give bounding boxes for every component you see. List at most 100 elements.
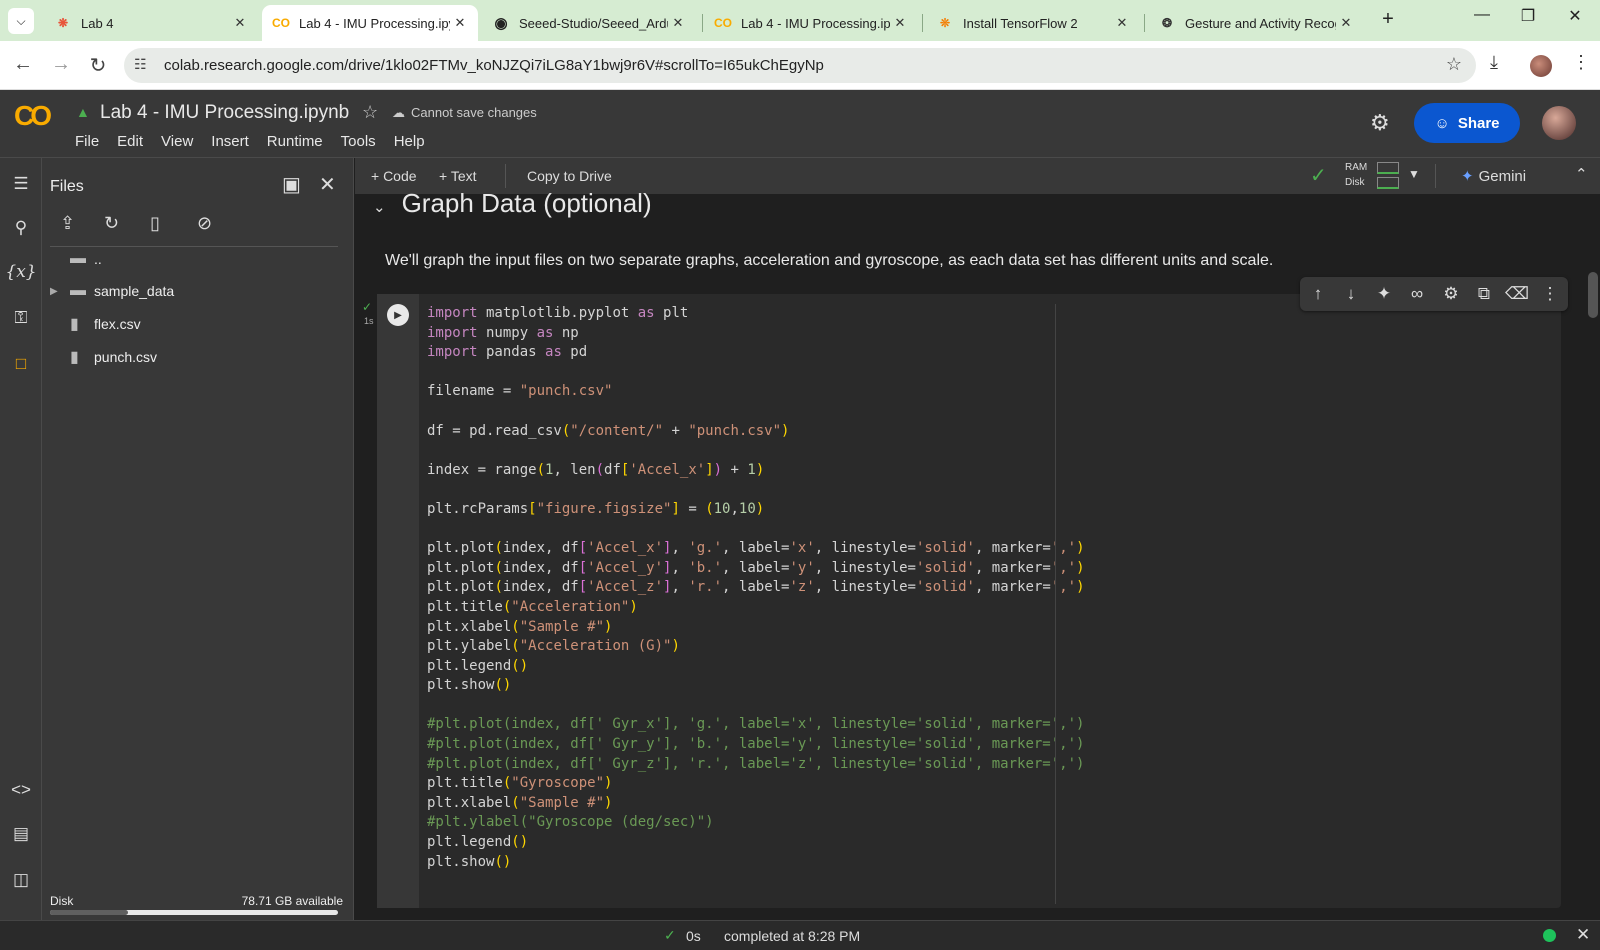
reload-icon[interactable]: ↻ bbox=[85, 53, 111, 78]
mount-drive-icon[interactable]: ▯ bbox=[150, 213, 160, 234]
close-tab-icon[interactable]: ✕ bbox=[230, 15, 250, 31]
status-seconds: 0s bbox=[686, 928, 701, 944]
table-of-contents-icon[interactable]: ☰ bbox=[0, 174, 42, 194]
browser-menu-icon[interactable]: ⋮ bbox=[1572, 52, 1590, 73]
collapse-section-chevron-icon[interactable]: ⌄ bbox=[373, 199, 386, 216]
delete-cell-trash-icon[interactable]: ⌫ bbox=[1505, 284, 1529, 304]
status-close-icon[interactable]: ✕ bbox=[1576, 925, 1590, 945]
download-icon[interactable]: ⤓ bbox=[1490, 52, 1498, 73]
copy-to-drive-button[interactable]: Copy to Drive bbox=[527, 168, 612, 184]
browser-tab-2-active[interactable]: CO Lab 4 - IMU Processing.ipy ✕ bbox=[262, 5, 478, 41]
tab-separator bbox=[702, 14, 703, 32]
browser-tab-4[interactable]: CO Lab 4 - IMU Processing.ipy ✕ bbox=[704, 5, 918, 41]
close-tab-icon[interactable]: ✕ bbox=[1336, 15, 1356, 31]
disk-usage-fill bbox=[50, 910, 128, 915]
files-folder-icon[interactable]: □ bbox=[0, 354, 42, 374]
terminal-icon[interactable]: ◫ bbox=[0, 870, 42, 890]
back-arrow-icon[interactable]: ← bbox=[10, 53, 36, 76]
account-avatar[interactable] bbox=[1542, 106, 1576, 140]
close-tab-icon[interactable]: ✕ bbox=[668, 15, 688, 31]
secrets-key-icon[interactable]: ⚿ bbox=[0, 308, 42, 328]
window-close-icon[interactable]: ✕ bbox=[1560, 6, 1590, 26]
runtime-dropdown-icon[interactable]: ▼ bbox=[1408, 167, 1420, 181]
colab-logo[interactable]: CO bbox=[14, 100, 52, 132]
minimize-icon[interactable]: — bbox=[1467, 6, 1497, 24]
share-button[interactable]: ☺ Share bbox=[1414, 103, 1520, 143]
colab-icon: CO bbox=[272, 16, 290, 30]
mirror-cell-icon[interactable]: ⧉ bbox=[1472, 284, 1496, 304]
menu-edit[interactable]: Edit bbox=[117, 133, 143, 150]
link-icon[interactable]: ∞ bbox=[1405, 284, 1429, 304]
run-cell-button[interactable]: ▶ bbox=[387, 304, 409, 326]
menu-view[interactable]: View bbox=[161, 133, 193, 150]
cell-gutter: ▶ bbox=[377, 294, 419, 908]
folder-icon: ▬ bbox=[70, 282, 86, 299]
collapse-toolbar-icon[interactable]: ⌃ bbox=[1575, 165, 1588, 183]
menu-insert[interactable]: Insert bbox=[211, 133, 249, 150]
github-icon: ◉ bbox=[494, 15, 508, 32]
browser-tab-3[interactable]: ◉ Seeed-Studio/Seeed_Ardui ✕ bbox=[482, 5, 696, 41]
menu-runtime[interactable]: Runtime bbox=[267, 133, 323, 150]
menu-file[interactable]: File bbox=[75, 133, 99, 150]
profile-avatar[interactable] bbox=[1530, 55, 1552, 77]
more-actions-icon[interactable]: ⋮ bbox=[1538, 284, 1562, 304]
add-code-button[interactable]: + Code bbox=[371, 168, 417, 184]
cannot-save-indicator[interactable]: ☁ Cannot save changes bbox=[392, 105, 537, 121]
status-completed-text[interactable]: completed at 8:28 PM bbox=[724, 928, 860, 944]
cell-settings-gear-icon[interactable]: ⚙ bbox=[1439, 284, 1463, 304]
url-text[interactable]: colab.research.google.com/drive/1klo02FT… bbox=[164, 57, 824, 74]
close-tab-icon[interactable]: ✕ bbox=[890, 15, 910, 31]
ram-disk-indicator[interactable]: RAM Disk bbox=[1345, 160, 1399, 190]
tab-search-chevron-icon[interactable]: ⌵ bbox=[8, 8, 34, 34]
notebook-main: + Code + Text Copy to Drive ✓ RAM Disk ▼… bbox=[355, 158, 1600, 920]
command-palette-icon[interactable]: ▤ bbox=[0, 824, 42, 844]
folder-open-icon: ▬ bbox=[70, 250, 86, 267]
address-bar-row: ← → ↻ ☷ colab.research.google.com/drive/… bbox=[0, 41, 1600, 90]
gear-icon: ❋ bbox=[57, 16, 69, 30]
notebook-title[interactable]: Lab 4 - IMU Processing.ipynb bbox=[100, 102, 349, 124]
site-info-icon[interactable]: ☷ bbox=[134, 56, 147, 73]
upload-file-icon[interactable]: ⇪ bbox=[60, 213, 75, 234]
forward-arrow-icon[interactable]: → bbox=[48, 53, 74, 76]
move-cell-up-icon[interactable]: ↑ bbox=[1306, 284, 1330, 304]
code-cell[interactable]: ✓ 1s ▶ import matplotlib.pyplot as plt i… bbox=[362, 294, 1561, 908]
move-cell-down-icon[interactable]: ↓ bbox=[1339, 284, 1363, 304]
disk-usage-bar bbox=[50, 910, 338, 915]
close-tab-icon[interactable]: ✕ bbox=[1112, 15, 1132, 31]
settings-gear-icon[interactable]: ⚙ bbox=[1370, 110, 1390, 136]
bookmark-star-icon[interactable]: ☆ bbox=[1446, 54, 1462, 75]
file-row-punch-csv[interactable]: ▮ punch.csv bbox=[50, 344, 157, 370]
connected-check-icon[interactable]: ✓ bbox=[1310, 163, 1327, 188]
gemini-sparkle-icon: ✦ bbox=[1461, 168, 1474, 185]
variables-icon[interactable]: {x} bbox=[0, 262, 42, 282]
menu-help[interactable]: Help bbox=[394, 133, 425, 150]
gemini-sparkle-icon[interactable]: ✦ bbox=[1372, 284, 1396, 304]
browser-tab-5[interactable]: ❊ Install TensorFlow 2 ✕ bbox=[926, 5, 1140, 41]
close-tab-icon[interactable]: ✕ bbox=[450, 15, 470, 31]
files-panel: Files ▣ ✕ ⇪ ↻ ▯ ⊘ ▬ .. ▶ ▬ sample_data ▮ … bbox=[42, 158, 354, 920]
restore-icon[interactable]: ❐ bbox=[1513, 6, 1543, 26]
code-editor[interactable]: import matplotlib.pyplot as plt import n… bbox=[427, 304, 1085, 872]
scrollbar-thumb[interactable] bbox=[1588, 272, 1598, 318]
expand-arrow-icon[interactable]: ▶ bbox=[50, 286, 70, 297]
refresh-icon[interactable]: ↻ bbox=[104, 213, 119, 234]
browser-tab-1[interactable]: ❋ Lab 4 ✕ bbox=[44, 5, 258, 41]
url-box[interactable]: ☷ colab.research.google.com/drive/1klo02… bbox=[124, 48, 1476, 83]
browser-tab-6[interactable]: ❂ Gesture and Activity Recog ✕ bbox=[1148, 5, 1364, 41]
new-tab-icon[interactable]: + bbox=[1376, 8, 1400, 31]
open-in-tab-icon[interactable]: ▣ bbox=[282, 172, 301, 197]
status-check-icon: ✓ bbox=[664, 927, 676, 943]
code-snippets-icon[interactable]: <> bbox=[0, 780, 42, 800]
section-description: We'll graph the input files on two separ… bbox=[385, 252, 1274, 269]
menu-tools[interactable]: Tools bbox=[341, 133, 376, 150]
gemini-button[interactable]: ✦ Gemini bbox=[1461, 167, 1526, 185]
file-row-parent[interactable]: ▬ .. bbox=[50, 246, 102, 272]
file-row-flex-csv[interactable]: ▮ flex.csv bbox=[50, 311, 141, 337]
file-row-sample-data[interactable]: ▶ ▬ sample_data bbox=[50, 278, 174, 304]
add-text-button[interactable]: + Text bbox=[439, 168, 477, 184]
star-notebook-icon[interactable]: ☆ bbox=[362, 102, 378, 123]
hide-files-icon[interactable]: ⊘ bbox=[197, 213, 212, 234]
search-icon[interactable]: ⚲ bbox=[0, 218, 42, 238]
ram-bar bbox=[1377, 162, 1399, 174]
close-panel-icon[interactable]: ✕ bbox=[319, 172, 336, 197]
